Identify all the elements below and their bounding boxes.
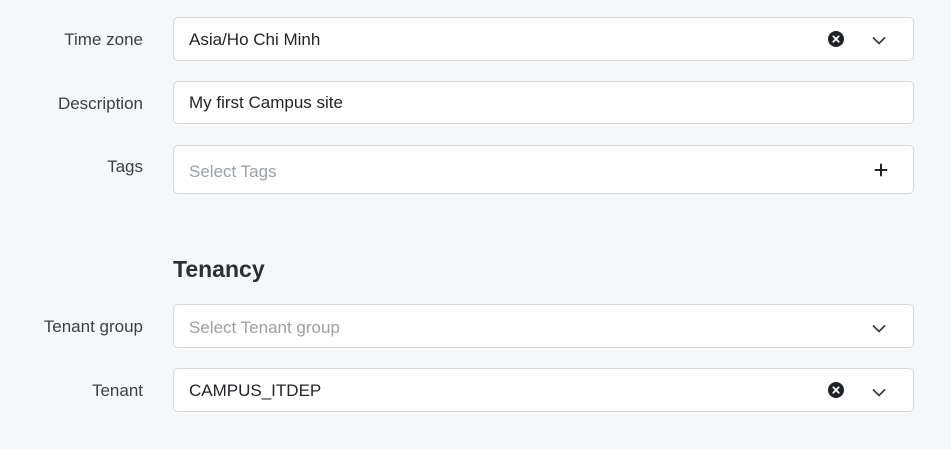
tags-select[interactable]: Select Tags	[173, 145, 914, 194]
tenant-label: Tenant	[91, 381, 143, 400]
timezone-row: Time zone Asia/Ho Chi Minh	[0, 17, 951, 61]
chevron-down-icon[interactable]	[872, 33, 886, 51]
timezone-label: Time zone	[64, 30, 143, 49]
tags-placeholder: Select Tags	[189, 162, 277, 181]
description-row: Description My first Campus site	[0, 81, 951, 124]
chevron-down-icon[interactable]	[872, 321, 886, 339]
tenant-group-select[interactable]: Select Tenant group	[173, 304, 914, 348]
tenant-select[interactable]: CAMPUS_ITDEP	[173, 368, 914, 412]
plus-icon[interactable]	[874, 163, 888, 182]
timezone-select[interactable]: Asia/Ho Chi Minh	[173, 17, 914, 61]
tags-label: Tags	[107, 157, 143, 176]
tenant-row: Tenant CAMPUS_ITDEP	[0, 368, 951, 412]
timezone-value: Asia/Ho Chi Minh	[189, 30, 321, 49]
tags-row: Tags Select Tags	[0, 145, 951, 194]
description-input[interactable]: My first Campus site	[173, 81, 914, 124]
close-circle-icon[interactable]	[828, 382, 844, 398]
description-value: My first Campus site	[189, 93, 343, 112]
tenant-group-row: Tenant group Select Tenant group	[0, 304, 951, 348]
close-circle-icon[interactable]	[828, 31, 844, 47]
chevron-down-icon[interactable]	[872, 385, 886, 403]
description-label: Description	[57, 94, 143, 113]
tenant-value: CAMPUS_ITDEP	[189, 381, 322, 400]
tenant-group-placeholder: Select Tenant group	[189, 318, 340, 337]
tenant-group-label: Tenant group	[43, 317, 143, 336]
tenancy-heading: Tenancy	[173, 256, 265, 282]
